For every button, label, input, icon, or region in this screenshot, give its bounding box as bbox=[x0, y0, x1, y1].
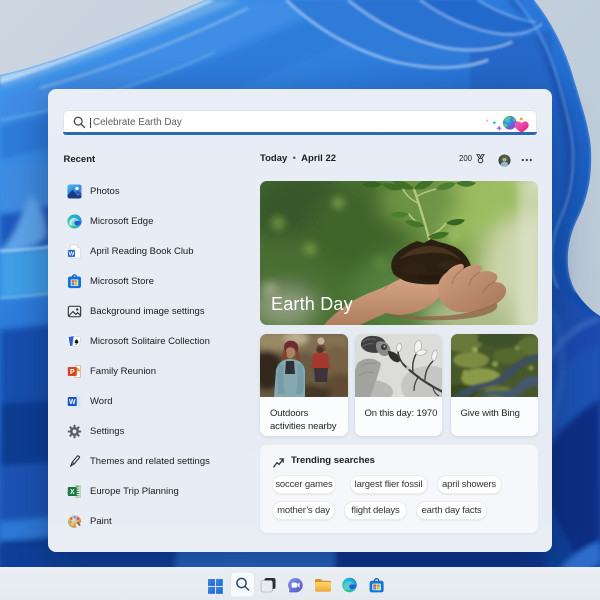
svg-text:W: W bbox=[69, 251, 75, 257]
svg-text:W: W bbox=[69, 399, 76, 406]
svg-text:X: X bbox=[70, 489, 75, 496]
svg-text:P: P bbox=[70, 369, 75, 376]
